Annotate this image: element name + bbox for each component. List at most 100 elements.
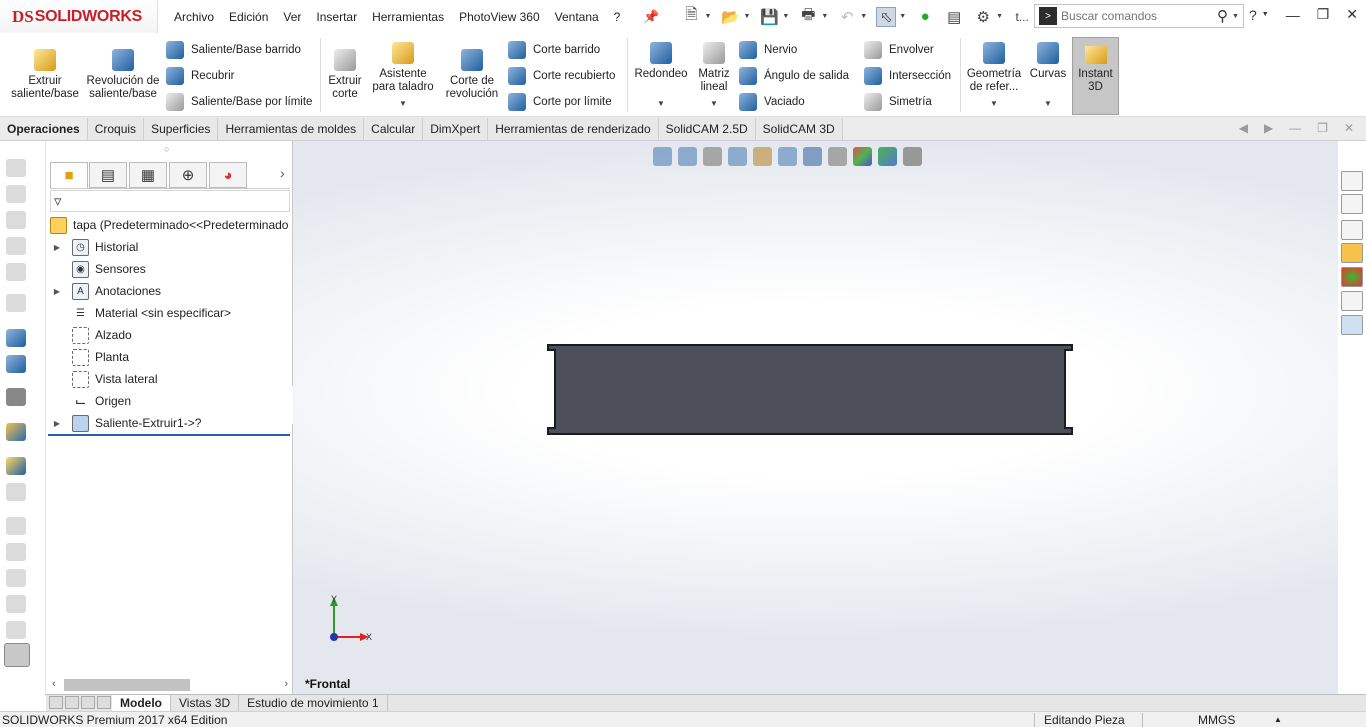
tree-item-planta[interactable]: Planta (46, 346, 293, 368)
display-manager-tab-icon[interactable]: ◕ (209, 162, 247, 188)
measure-tool-icon[interactable] (6, 457, 26, 475)
tab-modelo[interactable]: Modelo (112, 694, 171, 712)
tree-root[interactable]: tapa (Predeterminado<<Predeterminado (46, 214, 293, 236)
forum-icon[interactable] (1341, 315, 1363, 335)
tree-item-alzado[interactable]: Alzado (46, 324, 293, 346)
file-explorer-icon[interactable] (1341, 243, 1363, 263)
prev-tab-icon[interactable] (65, 695, 79, 709)
asistente-dropdown-icon[interactable]: ▼ (399, 99, 407, 108)
open-dropdown-icon[interactable]: ▼ (743, 13, 750, 20)
tool-c-icon[interactable] (6, 569, 26, 587)
next-doc-icon[interactable]: ▶ (1264, 121, 1273, 135)
tab-renderizado[interactable]: Herramientas de renderizado (488, 118, 659, 140)
interseccion-button[interactable]: Intersección (864, 66, 951, 86)
menu-ventana[interactable]: Ventana (555, 10, 599, 24)
options-gear-icon[interactable]: ⚙ (973, 7, 993, 27)
rollback-bar[interactable] (48, 434, 290, 436)
graphics-area[interactable]: Y X *Frontal (293, 141, 1338, 694)
search-icon[interactable]: ⚲ (1217, 7, 1228, 25)
geometria-referencia-button[interactable]: Geometría de refer... (964, 42, 1024, 94)
tab-herramientas-moldes[interactable]: Herramientas de moldes (218, 118, 365, 140)
recubrir-button[interactable]: Recubrir (166, 66, 234, 86)
prev-doc-icon[interactable]: ◀ (1239, 121, 1248, 135)
view-settings-icon[interactable] (903, 147, 922, 166)
limite-button[interactable]: Saliente/Base por límite (166, 92, 312, 112)
new-document-icon[interactable]: 🗎 (682, 6, 702, 27)
home-icon[interactable] (1341, 171, 1363, 191)
asistente-taladro-button[interactable]: Asistente para taladro (368, 42, 438, 94)
first-tab-icon[interactable] (49, 695, 63, 709)
command-prompt-icon[interactable]: > (1039, 7, 1057, 25)
undo-dropdown-icon[interactable]: ▼ (860, 13, 867, 20)
close-icon[interactable]: ✕ (1346, 6, 1358, 23)
menu-photoview[interactable]: PhotoView 360 (459, 10, 540, 24)
corte-limite-button[interactable]: Corte por límite (508, 92, 612, 112)
help-dropdown-icon[interactable]: ▼ (1262, 11, 1269, 18)
corte-revolucion-button[interactable]: Corte de revolución (440, 49, 504, 101)
hide-show-items-icon[interactable] (828, 147, 847, 166)
tab-solidcam-3d[interactable]: SolidCAM 3D (755, 118, 843, 140)
copy-tool-icon[interactable] (6, 237, 26, 255)
save-icon[interactable]: 💾 (759, 7, 779, 27)
curvas-button[interactable]: Curvas (1028, 42, 1068, 81)
featuremanager-tree-tab-icon[interactable]: ■ (50, 162, 88, 188)
display-style-icon[interactable] (803, 147, 822, 166)
curvas-dropdown-icon[interactable]: ▼ (1044, 99, 1052, 108)
tab-estudio-movimiento[interactable]: Estudio de movimiento 1 (239, 694, 388, 712)
pin-menu-icon[interactable]: 📌 (643, 9, 659, 25)
expand-icon[interactable]: ▶ (52, 243, 62, 252)
section-view-icon[interactable] (728, 147, 747, 166)
tree-item-sensores[interactable]: ◉ Sensores (46, 258, 293, 280)
nervio-button[interactable]: Nervio (739, 40, 797, 60)
menu-insertar[interactable]: Insertar (316, 10, 357, 24)
scroll-left-icon[interactable]: ‹ (52, 678, 56, 690)
menu-help[interactable]: ? (614, 10, 621, 24)
view-orientation-icon[interactable] (778, 147, 797, 166)
matriz-lineal-button[interactable]: Matriz lineal (694, 42, 734, 94)
solidworks-logo[interactable]: DS SOLIDWORKS (0, 0, 158, 33)
block-tool-icon[interactable] (6, 329, 26, 347)
tab-croquis[interactable]: Croquis (87, 118, 145, 140)
extruir-saliente-button[interactable]: Extruir saliente/base (8, 49, 82, 101)
status-units[interactable]: MMGS (1198, 713, 1235, 727)
tab-dimxpert[interactable]: DimXpert (423, 118, 489, 140)
panel-grip-icon[interactable]: ○ (164, 144, 169, 154)
tree-horizontal-scrollbar[interactable]: ‹ › (50, 677, 290, 693)
gears-tool-icon[interactable] (6, 294, 26, 312)
doc-minimize-icon[interactable]: — (1289, 121, 1301, 135)
tab-calcular[interactable]: Calcular (364, 118, 424, 140)
matriz-dropdown-icon[interactable]: ▼ (710, 99, 718, 108)
reference-tool-icon[interactable] (6, 355, 26, 373)
instant-3d-side-icon[interactable] (4, 643, 30, 667)
options-dropdown-icon[interactable]: ▼ (996, 13, 1003, 20)
design-library-icon[interactable] (1341, 220, 1363, 240)
minimize-icon[interactable]: — (1286, 7, 1300, 23)
zoom-to-fit-icon[interactable] (653, 147, 672, 166)
menu-herramientas[interactable]: Herramientas (372, 10, 444, 24)
tab-solidcam-25d[interactable]: SolidCAM 2.5D (658, 118, 756, 140)
expand-icon[interactable]: ▶ (52, 419, 62, 428)
select-pointer-icon[interactable]: ⬁ (876, 6, 897, 27)
propertymanager-tab-icon[interactable]: ▤ (89, 162, 127, 188)
revolucion-saliente-button[interactable]: Revolución de saliente/base (86, 49, 160, 101)
move-tool-icon[interactable] (6, 263, 26, 281)
tab-operaciones[interactable]: Operaciones (0, 118, 88, 140)
zoom-to-area-icon[interactable] (678, 147, 697, 166)
tool-d-icon[interactable] (6, 595, 26, 613)
tree-filter[interactable]: ▿ (50, 190, 290, 212)
last-tab-icon[interactable] (97, 695, 111, 709)
vaciado-button[interactable]: Vaciado (739, 92, 805, 112)
previous-view-icon[interactable] (703, 147, 722, 166)
tree-item-material[interactable]: ☰ Material <sin especificar> (46, 302, 293, 324)
envolver-button[interactable]: Envolver (864, 40, 934, 60)
resources-icon[interactable] (1341, 194, 1363, 214)
tree-item-anotaciones[interactable]: ▶ A Anotaciones (46, 280, 293, 302)
undo-icon[interactable]: ↶ (837, 7, 857, 27)
next-tab-icon[interactable] (81, 695, 95, 709)
search-input[interactable] (1061, 9, 1211, 23)
pattern-tool-icon[interactable] (6, 211, 26, 229)
menu-archivo[interactable]: Archivo (174, 10, 214, 24)
dimxpert-tab-icon[interactable]: ⊕ (169, 162, 207, 188)
tab-vistas-3d[interactable]: Vistas 3D (171, 694, 240, 712)
edit-appearance-icon[interactable] (853, 147, 872, 166)
